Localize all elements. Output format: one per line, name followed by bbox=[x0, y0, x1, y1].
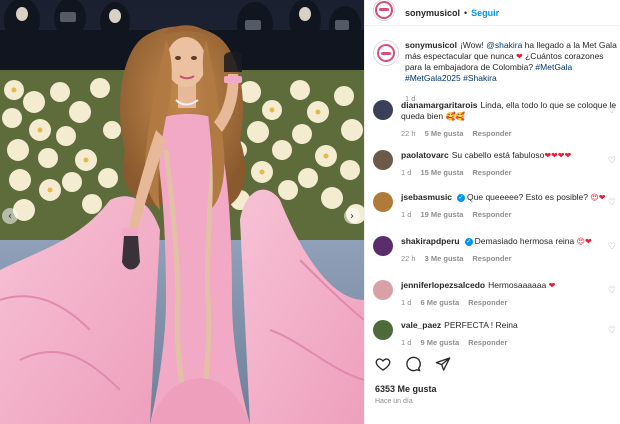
caption: sonymusicol ¡Wow! @shakira ha llegado a l… bbox=[373, 40, 620, 104]
likes-count[interactable]: 6353 Me gusta bbox=[375, 384, 437, 394]
comment: vale_paez PERFECTA ! Reina 1 d 9 Me gusta Re… bbox=[373, 320, 620, 348]
comment-heart-icon[interactable]: ♡ bbox=[608, 326, 616, 336]
author-avatar[interactable] bbox=[373, 0, 395, 21]
share-icon[interactable] bbox=[435, 356, 451, 372]
author-username[interactable]: sonymusicol bbox=[405, 8, 460, 18]
reply-button[interactable]: Responder bbox=[472, 167, 511, 178]
comment-likes[interactable]: 15 Me gusta bbox=[420, 167, 463, 178]
post-sidebar: sonymusicol • Seguir sonymusicol ¡Wow! @s… bbox=[364, 0, 620, 424]
reply-button[interactable]: Responder bbox=[472, 128, 511, 139]
verified-icon: ✓ bbox=[464, 237, 473, 246]
comment-username[interactable]: vale_paez bbox=[401, 320, 441, 330]
chevron-left-icon[interactable]: ‹ bbox=[2, 208, 18, 224]
comment-icon[interactable] bbox=[405, 356, 421, 372]
comment-likes[interactable]: 6 Me gusta bbox=[420, 297, 459, 308]
comment-time: 1 d bbox=[401, 210, 412, 219]
comment-emoji: 😍❤ bbox=[576, 237, 592, 246]
comment-time: 22 h bbox=[401, 254, 416, 263]
caption-mention[interactable]: @shakira bbox=[486, 40, 522, 50]
verified-icon: ✓ bbox=[457, 193, 466, 202]
comment-text: Su cabello está fabuloso bbox=[451, 150, 545, 160]
post-photo: ‹ › bbox=[0, 0, 364, 424]
comment-username[interactable]: paolatovarc bbox=[401, 150, 449, 160]
post-actions bbox=[375, 356, 451, 372]
comment-emoji: 🥰🥰 bbox=[445, 112, 466, 121]
comment-heart-icon[interactable]: ♡ bbox=[608, 106, 616, 116]
caption-avatar[interactable] bbox=[373, 40, 399, 66]
comment: dianamargaritarois Linda, ella todo lo qu… bbox=[373, 100, 620, 139]
commenter-avatar[interactable] bbox=[373, 100, 393, 120]
comment-emoji: ❤ bbox=[548, 281, 556, 290]
comment-text: PERFECTA ! Reina bbox=[444, 320, 518, 330]
comment-username[interactable]: dianamargaritarois bbox=[401, 100, 478, 110]
comment-heart-icon[interactable]: ♡ bbox=[608, 286, 616, 296]
comment-time: 1 d bbox=[401, 298, 412, 307]
chevron-right-icon[interactable]: › bbox=[344, 208, 360, 224]
comment-time: 1 d bbox=[401, 168, 412, 177]
comment: jsebasmusic ✓ Que queeeee? Esto es posible… bbox=[373, 192, 620, 220]
separator-dot: • bbox=[464, 7, 468, 18]
comment-text: Demasiado hermosa reina bbox=[474, 236, 577, 246]
comment: jenniferlopezsalcedo Hermosaaaaaa ❤ 1 d 6 M… bbox=[373, 280, 620, 308]
comment-heart-icon[interactable]: ♡ bbox=[608, 156, 616, 166]
caption-text-start: ¡Wow! bbox=[459, 40, 487, 50]
commenter-avatar[interactable] bbox=[373, 192, 393, 212]
caption-username[interactable]: sonymusicol bbox=[405, 40, 457, 50]
comment-likes[interactable]: 19 Me gusta bbox=[420, 209, 463, 220]
commenter-avatar[interactable] bbox=[373, 150, 393, 170]
comment-likes[interactable]: 5 Me gusta bbox=[425, 128, 464, 139]
comment-heart-icon[interactable]: ♡ bbox=[608, 242, 616, 252]
comment-time: 1 d bbox=[401, 338, 412, 347]
reply-button[interactable]: Responder bbox=[472, 209, 511, 220]
comment-username[interactable]: jsebasmusic bbox=[401, 192, 452, 202]
comment-username[interactable]: jenniferlopezsalcedo bbox=[401, 280, 485, 290]
commenter-avatar[interactable] bbox=[373, 236, 393, 256]
post-timestamp: Hace un día bbox=[375, 398, 413, 405]
comment-likes[interactable]: 9 Me gusta bbox=[420, 337, 459, 348]
reply-button[interactable]: Responder bbox=[468, 337, 507, 348]
heart-icon[interactable] bbox=[375, 356, 391, 372]
comment: paolatovarc Su cabello está fabuloso❤❤❤❤ 1… bbox=[373, 150, 620, 178]
comment-heart-icon[interactable]: ♡ bbox=[608, 198, 616, 208]
comment-time: 22 h bbox=[401, 129, 416, 138]
comment-emoji: 😍❤ bbox=[590, 193, 606, 202]
comments-list[interactable]: sonymusicol ¡Wow! @shakira ha llegado a l… bbox=[365, 32, 620, 352]
comment-likes[interactable]: 3 Me gusta bbox=[425, 253, 464, 264]
post-header: sonymusicol • Seguir bbox=[365, 0, 620, 26]
comment-text: Hermosaaaaaa bbox=[488, 280, 549, 290]
heart-emoji: ❤ bbox=[516, 52, 523, 61]
photo-illustration bbox=[0, 0, 364, 424]
comment-emoji: ❤❤❤❤ bbox=[544, 151, 572, 160]
commenter-avatar[interactable] bbox=[373, 320, 393, 340]
commenter-avatar[interactable] bbox=[373, 280, 393, 300]
reply-button[interactable]: Responder bbox=[468, 297, 507, 308]
comment-username[interactable]: shakirapdperu bbox=[401, 236, 460, 246]
comment: shakirapdperu ✓ Demasiado hermosa reina 😍❤… bbox=[373, 236, 620, 264]
reply-button[interactable]: Responder bbox=[472, 253, 511, 264]
comment-text: Que queeeee? Esto es posible? bbox=[467, 192, 591, 202]
follow-button[interactable]: Seguir bbox=[471, 8, 499, 18]
